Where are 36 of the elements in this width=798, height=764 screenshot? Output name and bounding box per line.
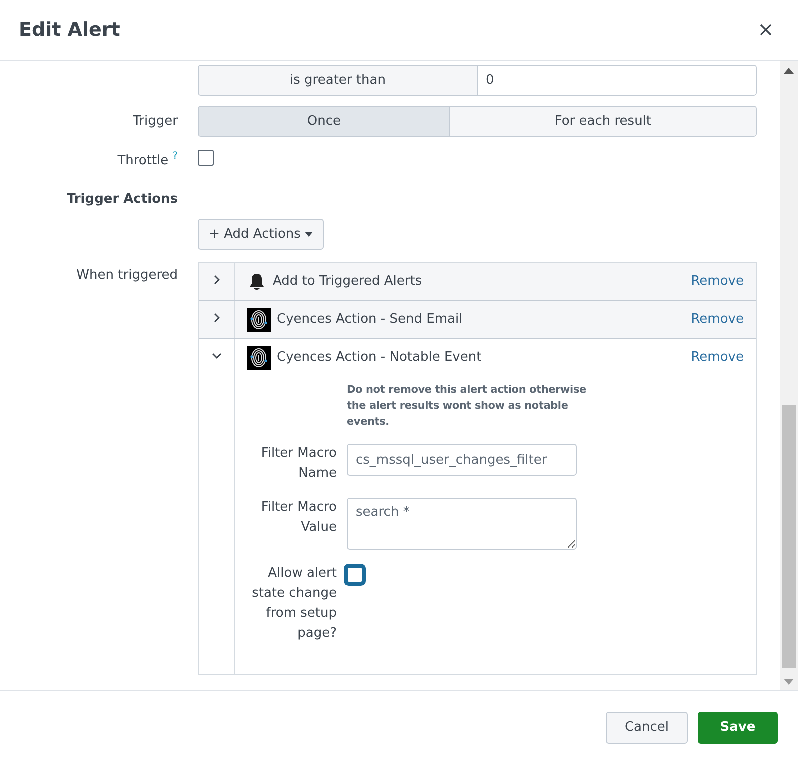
close-icon (760, 24, 772, 36)
scroll-down-icon[interactable] (784, 678, 794, 686)
field-label: When triggered (76, 267, 179, 283)
remove-link[interactable]: Remove (691, 274, 744, 289)
fingerprint-icon (247, 346, 271, 370)
add-actions-button[interactable]: + Add Actions (198, 219, 324, 250)
section-title: Trigger Actions (66, 192, 179, 207)
close-button[interactable] (758, 22, 774, 38)
remove-link[interactable]: Remove (691, 350, 744, 365)
dialog-title: Edit Alert (19, 19, 120, 41)
field-label: Filter Macro Value (260, 499, 337, 537)
input-field[interactable]: cs_mssql_user_changes_filter (347, 444, 577, 476)
help-mark[interactable]: ? (172, 151, 178, 162)
caret-icon (304, 232, 313, 237)
action-name: Cyences Action - Notable Event (277, 350, 483, 365)
action-name: Add to Triggered Alerts (273, 274, 424, 289)
comparator-dropdown[interactable]: is greater than (199, 66, 477, 95)
text-area[interactable]: search * (347, 498, 577, 550)
trigger-option[interactable]: Once (199, 107, 450, 136)
trigger-option[interactable]: For each result (449, 107, 756, 136)
value-field[interactable]: 0 (477, 66, 756, 95)
save-button[interactable]: Save (698, 712, 778, 744)
checkbox[interactable] (347, 567, 363, 583)
remove-link[interactable]: Remove (691, 312, 744, 327)
scrollbar[interactable] (780, 61, 798, 690)
scroll-up-icon[interactable] (784, 67, 794, 75)
cancel-button[interactable]: Cancel (606, 712, 688, 744)
warning-note: Do not remove this alert action otherwise the alert results wont show as notable events. (347, 383, 587, 430)
fingerprint-icon (247, 308, 271, 332)
field-label: Trigger (132, 114, 179, 129)
bell-icon (247, 272, 267, 292)
field-label: Allow alert state change from setup page? (251, 565, 337, 643)
field-label: Filter Macro Name (260, 445, 337, 483)
checkbox[interactable] (198, 150, 214, 166)
field-label: Throttle $^{?}$ (116, 151, 179, 169)
action-name: Cyences Action - Send Email (277, 312, 464, 327)
